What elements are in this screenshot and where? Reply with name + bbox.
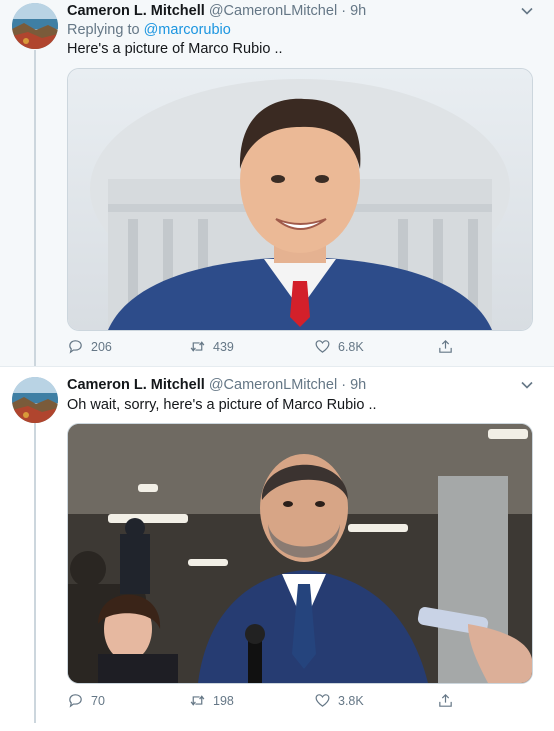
replying-to: Replying to @marcorubio xyxy=(67,22,231,38)
display-name[interactable]: Cameron L. Mitchell xyxy=(67,377,205,393)
reply-count: 70 xyxy=(91,693,105,708)
tweet-photo[interactable] xyxy=(67,423,533,684)
heart-icon xyxy=(315,694,330,707)
mention-link[interactable]: @marcorubio xyxy=(144,22,231,38)
like-count: 6.8K xyxy=(338,339,364,354)
user-handle[interactable]: @CameronLMitchel xyxy=(209,3,337,19)
tweet-2[interactable]: Cameron L. Mitchell @CameronLMitchel · 9… xyxy=(0,366,554,731)
tweet-text: Here's a picture of Marco Rubio .. xyxy=(67,41,283,57)
replying-prefix: Replying to xyxy=(67,22,140,38)
reply-icon xyxy=(69,340,82,354)
retweet-icon xyxy=(190,695,205,706)
tweet-1[interactable]: Cameron L. Mitchell @CameronLMitchel · 9… xyxy=(0,0,554,366)
tweet-header: Cameron L. Mitchell @CameronLMitchel · 9… xyxy=(67,377,366,393)
share-icon xyxy=(439,339,452,353)
share-button[interactable] xyxy=(437,338,461,355)
avatar[interactable] xyxy=(12,3,58,49)
reply-button[interactable]: 206 xyxy=(67,338,112,355)
tweet-text: Oh wait, sorry, here's a picture of Marc… xyxy=(67,397,377,413)
tweet-header: Cameron L. Mitchell @CameronLMitchel · 9… xyxy=(67,3,366,19)
tweet-photo[interactable] xyxy=(67,68,533,331)
thread-line xyxy=(34,50,36,366)
retweet-count: 439 xyxy=(213,339,234,354)
avatar[interactable] xyxy=(12,377,58,423)
separator-dot: · xyxy=(341,377,347,393)
share-button[interactable] xyxy=(437,692,461,709)
retweet-icon xyxy=(190,341,205,352)
thread-line xyxy=(34,423,36,723)
timestamp[interactable]: 9h xyxy=(350,3,366,19)
retweet-count: 198 xyxy=(213,693,234,708)
display-name[interactable]: Cameron L. Mitchell xyxy=(67,3,205,19)
reply-button[interactable]: 70 xyxy=(67,692,105,709)
share-icon xyxy=(439,693,452,707)
like-count: 3.8K xyxy=(338,693,364,708)
like-button[interactable]: 3.8K xyxy=(314,692,364,709)
tweet-actions: 206 439 6.8K xyxy=(67,338,467,358)
heart-icon xyxy=(315,340,330,353)
reply-icon xyxy=(69,694,82,708)
reply-count: 206 xyxy=(91,339,112,354)
tweet-actions: 70 198 3.8K xyxy=(67,692,467,712)
like-button[interactable]: 6.8K xyxy=(314,338,364,355)
separator-dot: · xyxy=(341,3,347,19)
chevron-down-icon[interactable] xyxy=(520,378,534,392)
user-handle[interactable]: @CameronLMitchel xyxy=(209,377,337,393)
retweet-button[interactable]: 439 xyxy=(189,338,234,355)
retweet-button[interactable]: 198 xyxy=(189,692,234,709)
timestamp[interactable]: 9h xyxy=(350,377,366,393)
chevron-down-icon[interactable] xyxy=(520,4,534,18)
